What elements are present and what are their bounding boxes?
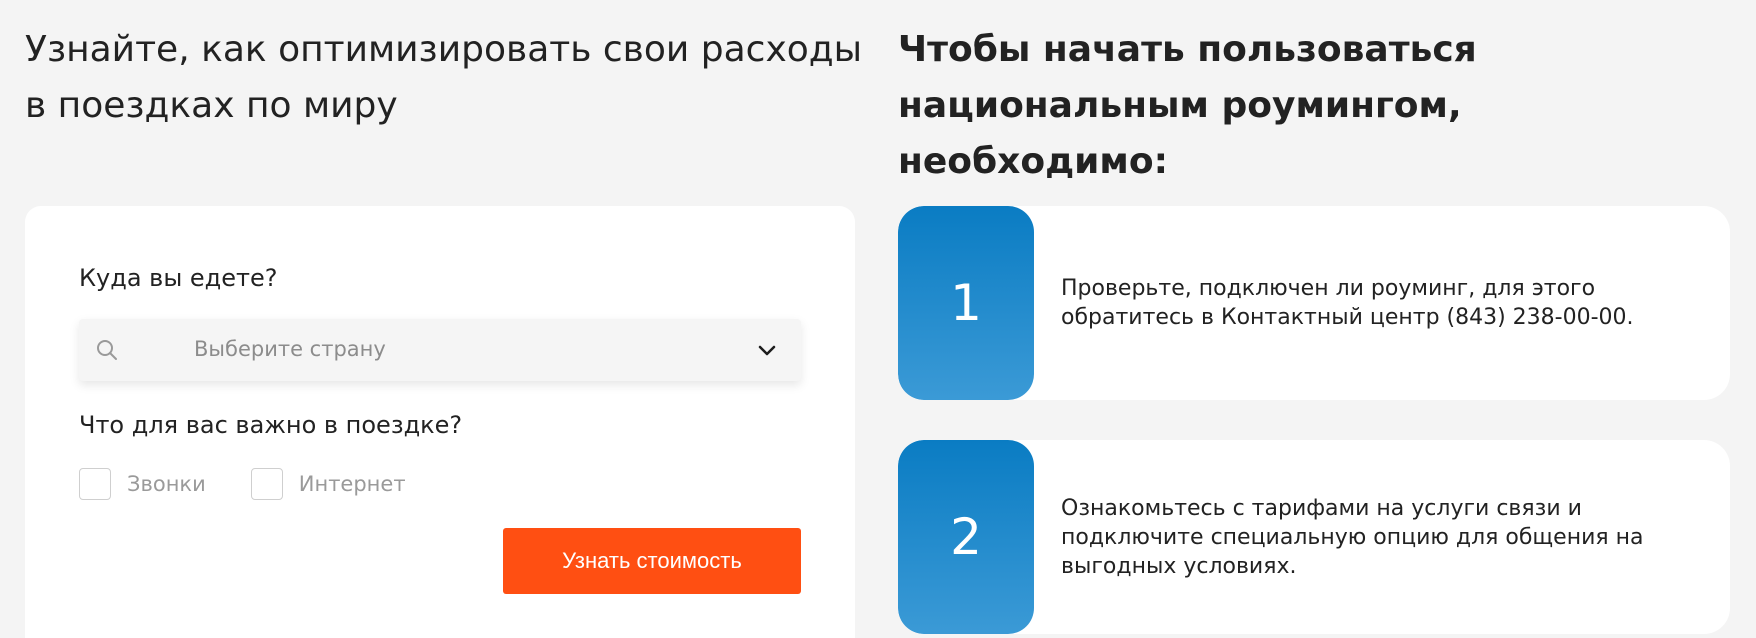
internet-checkbox[interactable] bbox=[250, 468, 283, 500]
calculator-title: Узнайте, как оптимизировать свои расходы… bbox=[25, 29, 863, 126]
steps-title: Чтобы начать пользоваться национальным р… bbox=[898, 29, 1477, 182]
page: Узнайте, как оптимизировать свои расходы… bbox=[0, 0, 1756, 638]
step-number-badge: 2 bbox=[898, 440, 1034, 634]
roaming-calculator-card: Куда вы едете? Выберите страну Что для в… bbox=[25, 206, 855, 638]
step-number-badge: 1 bbox=[898, 206, 1034, 400]
search-icon bbox=[95, 338, 119, 362]
calls-checkbox-label[interactable]: Звонки bbox=[127, 472, 206, 496]
step-card: 1 Проверьте, подключен ли роуминг, для э… bbox=[898, 206, 1730, 400]
destination-label: Куда вы едете? bbox=[79, 264, 278, 292]
step-card: 2 Ознакомьтесь с тарифами на услуги связ… bbox=[898, 440, 1730, 634]
importance-label: Что для вас важно в поездке? bbox=[79, 411, 463, 439]
calls-checkbox[interactable] bbox=[79, 468, 111, 500]
country-select[interactable]: Выберите страну bbox=[79, 319, 801, 381]
chevron-down-icon[interactable] bbox=[755, 338, 779, 362]
options-group: Звонки Интернет bbox=[79, 468, 451, 500]
country-select-placeholder: Выберите страну bbox=[194, 337, 386, 361]
step-text: Проверьте, подключен ли роуминг, для это… bbox=[1061, 276, 1634, 330]
internet-checkbox-label[interactable]: Интернет bbox=[299, 472, 406, 496]
get-price-button[interactable]: Узнать стоимость bbox=[503, 528, 801, 594]
step-text: Ознакомьтесь с тарифами на услуги связи … bbox=[1061, 496, 1644, 579]
